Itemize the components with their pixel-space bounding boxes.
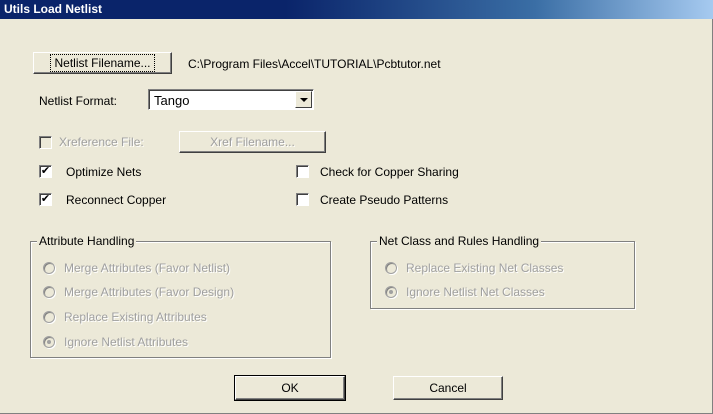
netlist-format-select[interactable]: Tango [148,89,314,110]
xreference-file-checkbox[interactable] [39,136,52,149]
netlist-filename-button[interactable]: Netlist Filename... [33,52,172,74]
netlist-filename-button-label: Netlist Filename... [50,54,155,72]
attribute-handling-title: Attribute Handling [37,234,137,248]
xref-filename-button-label: Xref Filename... [210,135,295,149]
netlist-format-label: Netlist Format: [39,94,118,108]
chevron-down-icon[interactable] [295,91,312,108]
ignore-netlist-attributes-radio[interactable] [43,336,55,348]
checkmark-icon: ✔ [40,165,51,177]
replace-net-classes-label: Replace Existing Net Classes [406,261,564,275]
reconnect-copper-checkbox[interactable]: ✔ [39,193,52,206]
checkmark-icon: ✔ [40,193,51,205]
load-netlist-dialog: Utils Load Netlist Netlist Filename... C… [0,0,713,414]
net-class-rules-title: Net Class and Rules Handling [377,234,542,248]
cancel-button-label: Cancel [429,381,467,395]
ignore-net-classes-label: Ignore Netlist Net Classes [406,285,545,299]
check-copper-sharing-label: Check for Copper Sharing [320,165,459,179]
merge-favor-netlist-label: Merge Attributes (Favor Netlist) [64,261,231,275]
reconnect-copper-label: Reconnect Copper [66,193,167,207]
cancel-button[interactable]: Cancel [393,376,503,400]
replace-net-classes-radio[interactable] [385,262,397,274]
merge-favor-design-radio[interactable] [43,286,55,298]
ok-button[interactable]: OK [234,375,346,401]
replace-existing-attributes-radio[interactable] [43,311,55,323]
ignore-netlist-attributes-label: Ignore Netlist Attributes [64,335,189,349]
window-title: Utils Load Netlist [4,2,103,16]
netlist-path: C:\Program Files\Accel\TUTORIAL\Pcbtutor… [188,57,441,71]
xreference-file-label: Xreference File: [59,135,144,149]
create-pseudo-patterns-checkbox[interactable] [296,193,309,206]
replace-existing-attributes-label: Replace Existing Attributes [64,310,207,324]
ignore-net-classes-radio[interactable] [385,286,397,298]
netlist-format-value: Tango [154,93,190,108]
ok-button-label: OK [281,381,299,395]
title-bar[interactable]: Utils Load Netlist [0,0,713,19]
check-copper-sharing-checkbox[interactable] [296,165,309,178]
merge-favor-netlist-radio[interactable] [43,262,55,274]
merge-favor-design-label: Merge Attributes (Favor Design) [64,285,235,299]
optimize-nets-checkbox[interactable]: ✔ [39,165,52,178]
optimize-nets-label: Optimize Nets [66,165,142,179]
xref-filename-button[interactable]: Xref Filename... [179,131,326,153]
create-pseudo-patterns-label: Create Pseudo Patterns [320,193,449,207]
